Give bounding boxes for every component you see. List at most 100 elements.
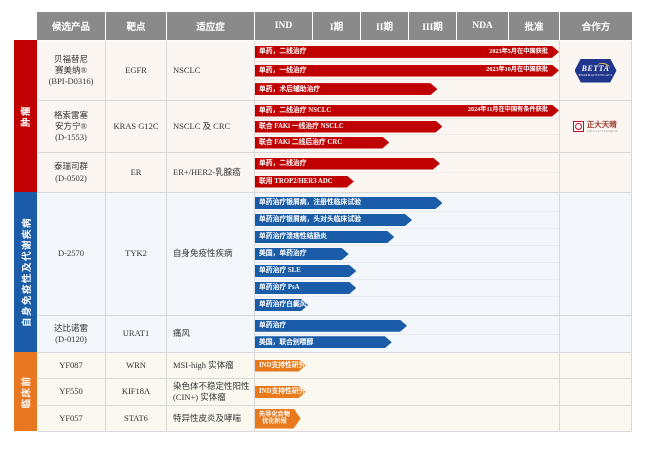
bar-track: 单药，术后辅助治疗 [255,80,559,98]
section-label-autoimmune-metabolic: 自身免疫性及代谢疾病 [19,217,33,327]
target-cell: EGFR [106,41,167,101]
pipeline-bar: 单药，一线治疗2023年10月在中国获批 [255,65,559,77]
pipeline-bar: 联合 FAKi 一线治疗 NSCLC [255,121,442,133]
product-cell: D-2570 [37,193,106,316]
col-approval: 批准 [509,12,560,40]
bar-track: 先导化合物 优化阶段 [255,408,559,429]
bar-track: 美国，单药治疗 [255,246,559,263]
pipeline-bar: 先导化合物 优化阶段 [255,409,301,429]
pipeline-bar: 美国，单药治疗 [255,248,349,260]
indication-cell: 痛风 [167,316,255,353]
product-cell: 格索雷塞 安方宁® (D-1553) [37,101,106,153]
chia-tai-tianqing-logo: 正大天晴CHIA TAI TIANQING [573,121,618,133]
pipeline-bar: 单药治疗白癜风 [255,299,308,311]
partner-cell: BETTAPHARMACEUTICALS [560,41,632,101]
col-partner: 合作方 [560,12,632,40]
bar-label: 单药治疗 [259,322,286,329]
pipeline-bar: 单药治疗 SLE [255,265,356,277]
pipeline-bar: 单药，二线治疗2023年5月在中国获批 [255,46,559,58]
indication-cell: 染色体不稳定性阳性 (CIN+) 实体瘤 [167,379,255,406]
section-strip-oncology: 肿瘤 [14,40,37,192]
col-phase-ii: II期 [361,12,409,40]
product-cell: 达比诺雷 (D-0120) [37,316,106,353]
bar-track: IND支持性研究 [255,381,559,403]
bar-label: 美国，联合别嘌醇 [259,339,313,346]
pipeline-bar: 联用 TROP2/HER3 ADC [255,176,354,188]
pipeline-row: 格索雷塞 安方宁® (D-1553)KRAS G12CNSCLC 及 CRC单药… [37,101,632,153]
target-cell: STAT6 [106,406,167,432]
pipeline-bar: 单药，二线治疗 [255,158,440,170]
partner-cell [560,153,632,193]
ctq-ring-icon [573,121,584,132]
pipeline-row: D-2570TYK2自身免疫性疾病单药治疗银屑病，注册性临床试验单药治疗银屑病，… [37,193,632,316]
bar-label: 联用 TROP2/HER3 ADC [259,178,333,185]
pipeline-bar: IND支持性研究 [255,360,306,372]
bar-track: 单药治疗 PsA [255,280,559,297]
partner-cell [560,406,632,432]
bar-label: 单药治疗银屑病，头对头临床试验 [259,216,361,223]
partner-cell [560,316,632,353]
bar-track: 单药，一线治疗2023年10月在中国获批 [255,62,559,81]
approval-date-label: 2024年11月在中国有条件获批 [468,106,559,114]
target-cell: WRN [106,353,167,379]
section-strip-autoimmune-metabolic: 自身免疫性及代谢疾病 [14,192,37,352]
target-cell: KRAS G12C [106,101,167,153]
col-ind: IND [255,12,313,40]
bar-track: 联合 FAKi 二线后治疗 CRC [255,135,559,150]
partner-cell [560,353,632,379]
bar-label: 单药治疗 SLE [259,267,301,274]
pipeline-table: 候选产品靶点适应症INDI期II期III期NDA批准合作方 贝福替尼 赛美纳® … [37,12,632,432]
pipeline-bar: 单药治疗银屑病，注册性临床试验 [255,197,442,209]
ctq-logo-name: 正大天晴 [587,121,617,129]
col-nda: NDA [457,12,509,40]
col-candidate-product: 候选产品 [37,12,106,40]
bar-label: 单药治疗 PsA [259,284,300,291]
partner-cell [560,379,632,406]
betta-logo-subtext: PHARMACEUTICALS [579,73,613,77]
partner-cell: 正大天晴CHIA TAI TIANQING [560,101,632,153]
pipeline-row: YF087WRNMSI-high 实体瘤IND支持性研究 [37,353,632,379]
section-label-oncology: 肿瘤 [18,105,32,127]
bar-track: 单药治疗溃疡性结肠炎 [255,229,559,246]
col-indication: 适应症 [167,12,255,40]
bar-track: 单药治疗银屑病，头对头临床试验 [255,212,559,229]
bar-label: 联合 FAKi 二线后治疗 CRC [259,139,342,146]
timeline-cell: 单药治疗美国，联合别嘌醇 [255,316,560,353]
pipeline-bar: IND支持性研究 [255,386,306,398]
target-cell: URAT1 [106,316,167,353]
pipeline-row: 泰瑞司群 (D-0502)ERER+/HER2-乳腺癌单药，二线治疗联用 TRO… [37,153,632,193]
pipeline-bar: 美国，联合别嘌醇 [255,336,392,348]
section-preclinical: YF087WRNMSI-high 实体瘤IND支持性研究YF550KIF18A染… [37,353,632,432]
timeline-cell: 单药，二线治疗联用 TROP2/HER3 ADC [255,153,560,193]
pipeline-bar: 单药治疗溃疡性结肠炎 [255,231,394,243]
timeline-cell: 单药治疗银屑病，注册性临床试验单药治疗银屑病，头对头临床试验单药治疗溃疡性结肠炎… [255,193,560,316]
pipeline-bar: 单药治疗银屑病，头对头临床试验 [255,214,412,226]
bar-label: 单药治疗溃疡性结肠炎 [259,233,327,240]
bar-track: 单药，二线治疗 NSCLC 2024年11月在中国有条件获批 [255,103,559,119]
col-phase-i: I期 [313,12,361,40]
product-cell: YF087 [37,353,106,379]
bar-label: IND支持性研究 [259,362,305,369]
target-cell: TYK2 [106,193,167,316]
indication-cell: NSCLC 及 CRC [167,101,255,153]
approval-date-label: 2023年10月在中国获批 [486,66,559,74]
betta-pharmaceuticals-logo: BETTAPHARMACEUTICALS [575,59,617,83]
pipeline-row: YF057STAT6特异性皮炎及哮喘先导化合物 优化阶段 [37,406,632,432]
bar-label: 单药，二线治疗 [259,48,307,55]
bar-label: 单药治疗银屑病，注册性临床试验 [259,199,361,206]
bar-track: IND支持性研究 [255,355,559,376]
bar-label: 单药，二线治疗 NSCLC [259,107,331,114]
section-autoimmune-metabolic: D-2570TYK2自身免疫性疾病单药治疗银屑病，注册性临床试验单药治疗银屑病，… [37,193,632,353]
indication-cell: ER+/HER2-乳腺癌 [167,153,255,193]
bar-track: 美国，联合别嘌醇 [255,335,559,351]
bar-track: 单药治疗 [255,318,559,335]
product-cell: YF057 [37,406,106,432]
timeline-cell: 先导化合物 优化阶段 [255,406,560,432]
indication-cell: NSCLC [167,41,255,101]
ctq-logo-subtext: CHIA TAI TIANQING [587,129,618,133]
ctq-logo-text: 正大天晴CHIA TAI TIANQING [587,121,618,133]
timeline-cell: IND支持性研究 [255,353,560,379]
table-header: 候选产品靶点适应症INDI期II期III期NDA批准合作方 [37,12,632,40]
bar-track: 单药，二线治疗2023年5月在中国获批 [255,43,559,62]
pipeline-bar: 联合 FAKi 二线后治疗 CRC [255,137,389,149]
